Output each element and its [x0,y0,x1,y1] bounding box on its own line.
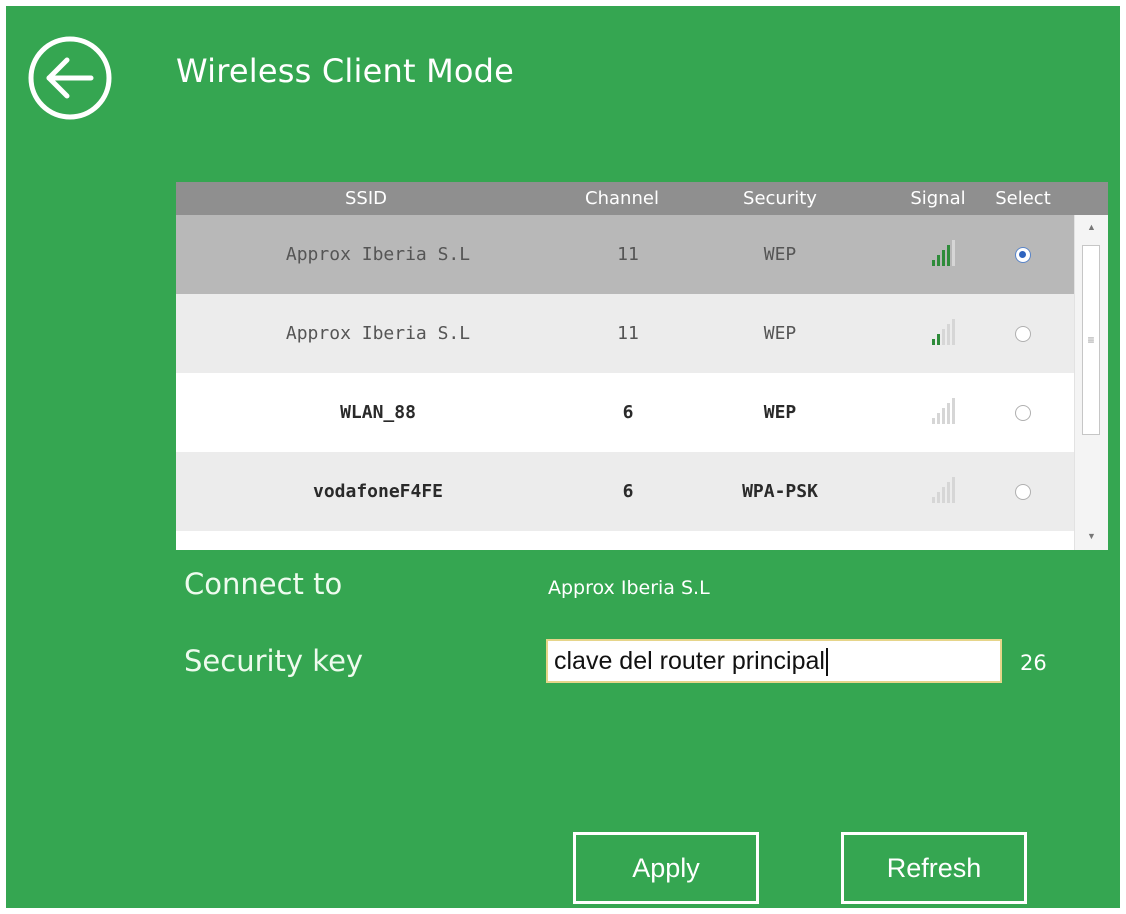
signal-bar [942,408,945,424]
cell-ssid: Approx Iberia S.L [285,244,471,265]
signal-strength-icon [930,319,958,350]
signal-strength-icon [930,477,958,508]
signal-bars-icon [932,398,955,424]
page-title: Wireless Client Mode [176,52,515,90]
signal-strength-icon [930,240,958,271]
scroll-up-icon[interactable]: ▲ [1075,218,1108,236]
signal-bar [937,492,940,503]
cell-ssid: WLAN_88 [340,402,416,423]
signal-bars-icon [932,319,955,345]
table-body: Approx Iberia S.L 11 WEP Approx Iberia S… [176,215,1074,531]
signal-strength-icon [930,398,958,429]
signal-bar [932,260,935,266]
table-row[interactable]: Approx Iberia S.L 11 WEP [176,215,1074,294]
table-header: SSID Channel Security Signal Select [176,182,1108,215]
connect-to-label: Connect to [184,567,343,601]
table-row[interactable]: WLAN_88 6 WEP [176,373,1074,452]
signal-bar [942,329,945,345]
cell-security: WPA-PSK [742,481,818,502]
signal-bar [932,418,935,424]
scrollbar-thumb[interactable]: ≡ [1082,245,1100,435]
signal-bar [952,240,955,266]
signal-bar [947,482,950,503]
cell-ssid: Approx Iberia S.L [285,323,471,344]
column-header-select: Select [995,188,1051,209]
column-header-signal: Signal [910,188,966,209]
column-header-channel: Channel [585,188,659,209]
signal-bar [937,413,940,424]
wireless-client-panel: Wireless Client Mode SSID Channel Securi… [6,6,1120,908]
grip-icon: ≡ [1087,333,1095,347]
select-radio[interactable] [1015,484,1031,500]
signal-bar [947,403,950,424]
select-radio[interactable] [1015,247,1031,263]
cell-channel: 11 [617,323,639,344]
table-row[interactable]: vodafoneF4FE 6 WPA-PSK [176,452,1074,531]
signal-bars-icon [932,477,955,503]
cell-channel: 6 [622,402,634,423]
security-key-label: Security key [184,644,364,678]
column-header-ssid: SSID [344,188,388,209]
column-header-security: Security [743,188,817,209]
back-button[interactable] [27,35,113,121]
select-radio[interactable] [1015,405,1031,421]
text-caret [825,648,828,677]
select-radio[interactable] [1015,326,1031,342]
scroll-down-icon[interactable]: ▼ [1075,527,1108,545]
signal-bar [947,324,950,345]
signal-bar [932,339,935,345]
table-scrollbar[interactable]: ▲ ≡ ▼ [1074,215,1108,550]
table-row[interactable]: Approx Iberia S.L 11 WEP [176,294,1074,373]
arrow-left-circle-icon [28,36,112,120]
signal-bar [952,477,955,503]
signal-bar [942,250,945,266]
cell-channel: 6 [622,481,634,502]
cell-security: WEP [763,402,797,423]
cell-security: WEP [763,323,797,344]
cell-channel: 11 [617,244,639,265]
refresh-button[interactable]: Refresh [841,832,1027,904]
signal-bar [952,398,955,424]
signal-bar [937,255,940,266]
signal-bar [952,319,955,345]
signal-bar [942,487,945,503]
connect-to-value: Approx Iberia S.L [548,577,710,599]
signal-bar [947,245,950,266]
security-key-length: 26 [1020,651,1047,675]
signal-bars-icon [932,240,955,266]
security-key-input[interactable]: clave del router principal [546,639,1002,683]
cell-ssid: vodafoneF4FE [312,481,444,502]
signal-bar [937,334,940,345]
apply-button[interactable]: Apply [573,832,759,904]
security-key-text: clave del router principal [554,647,825,675]
cell-security: WEP [763,244,797,265]
network-table: SSID Channel Security Signal Select Appr… [176,182,1108,550]
signal-bar [932,497,935,503]
